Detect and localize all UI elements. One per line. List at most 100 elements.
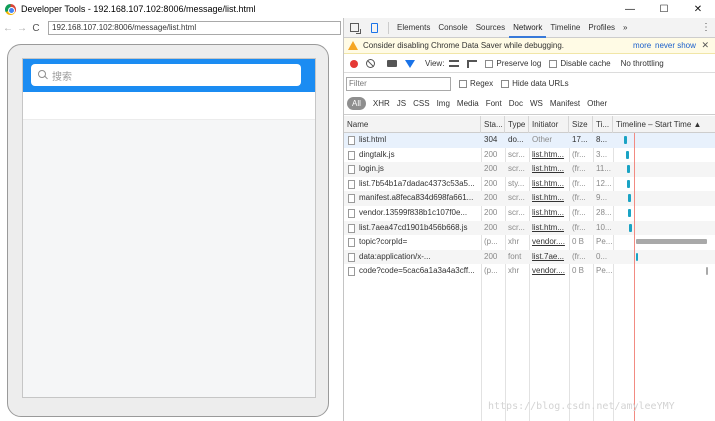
- request-row[interactable]: list.7b54b1a7dadac4373c53a5... 200 sty..…: [344, 177, 715, 192]
- request-name: topic?corpId=: [359, 237, 408, 247]
- type-filter-js[interactable]: JS: [397, 99, 406, 108]
- request-row[interactable]: dingtalk.js 200 scr... list.htm... (fr..…: [344, 148, 715, 163]
- request-initiator[interactable]: list.htm...: [529, 206, 569, 221]
- warning-more-link[interactable]: more: [633, 41, 651, 50]
- tab-profiles[interactable]: Profiles: [584, 18, 619, 38]
- request-time: 28...: [596, 208, 612, 217]
- column-type[interactable]: Type: [505, 116, 529, 133]
- type-filter-doc[interactable]: Doc: [509, 99, 523, 108]
- request-status: 200: [484, 208, 498, 217]
- request-size: 0 B: [572, 237, 585, 247]
- request-initiator[interactable]: list.7ae...: [529, 250, 569, 265]
- filter-input[interactable]: Filter: [346, 76, 451, 91]
- request-status: 304: [484, 135, 498, 144]
- type-filter-all[interactable]: All: [347, 97, 366, 110]
- type-filter-other[interactable]: Other: [587, 99, 607, 108]
- warning-never-show-link[interactable]: never show: [655, 41, 696, 50]
- request-row[interactable]: list.7aea47cd1901b456b668.js 200 scr... …: [344, 220, 715, 236]
- request-time: 10...: [596, 222, 612, 232]
- device-mode-icon[interactable]: [364, 18, 384, 38]
- column-size[interactable]: Size: [569, 116, 593, 133]
- minimize-button[interactable]: —: [613, 0, 647, 18]
- column-timeline[interactable]: Timeline – Start Time ▲: [613, 116, 715, 133]
- type-filter-img[interactable]: Img: [437, 99, 450, 108]
- disable-cache-toggle[interactable]: Disable cache: [549, 59, 611, 68]
- throttling-select[interactable]: No throttling: [621, 59, 664, 68]
- request-row[interactable]: vendor.13599f838b1c107f0e... 200 scr... …: [344, 206, 715, 221]
- type-filter-manifest[interactable]: Manifest: [550, 99, 580, 108]
- device-screen: 搜索: [22, 58, 316, 398]
- request-initiator[interactable]: list.htm...: [529, 191, 569, 206]
- request-initiator[interactable]: list.htm...: [529, 221, 569, 236]
- request-initiator[interactable]: list.htm...: [529, 177, 569, 192]
- kebab-menu-icon[interactable]: ⋮: [701, 22, 711, 33]
- type-filter-ws[interactable]: WS: [530, 99, 543, 108]
- inspect-element-icon[interactable]: [344, 18, 364, 38]
- maximize-button[interactable]: ☐: [647, 0, 681, 18]
- request-row[interactable]: login.js 200 scr... list.htm... (fr... 1…: [344, 162, 715, 177]
- request-initiator[interactable]: list.htm...: [529, 148, 569, 163]
- tab-console[interactable]: Console: [434, 18, 471, 38]
- devtools-panel: Elements Console Sources Network Timelin…: [344, 18, 715, 421]
- request-type: xhr: [508, 237, 520, 247]
- column-initiator[interactable]: Initiator: [529, 116, 569, 133]
- request-time: 9...: [596, 193, 608, 203]
- type-filter-media[interactable]: Media: [457, 99, 479, 108]
- disable-cache-label: Disable cache: [560, 59, 611, 68]
- timeline-bar: [628, 194, 631, 203]
- column-status[interactable]: Sta...: [481, 116, 505, 133]
- tab-timeline[interactable]: Timeline: [546, 18, 584, 38]
- search-input[interactable]: 搜索: [31, 64, 301, 86]
- clear-icon[interactable]: [366, 59, 375, 68]
- close-button[interactable]: ✕: [681, 0, 715, 18]
- timeline-bar: [627, 165, 630, 174]
- type-filter-font[interactable]: Font: [486, 99, 502, 108]
- filter-icon[interactable]: [405, 59, 415, 68]
- request-type: do...: [508, 135, 524, 144]
- regex-toggle[interactable]: Regex: [459, 79, 493, 88]
- file-icon: [348, 252, 355, 262]
- request-row[interactable]: code?code=5cac6a1a3a4a3cff... (p... xhr …: [344, 264, 715, 279]
- request-status: (p...: [484, 237, 498, 247]
- request-initiator[interactable]: list.htm...: [529, 162, 569, 177]
- disable-cache-checkbox[interactable]: [549, 59, 558, 68]
- type-filter-xhr[interactable]: XHR: [373, 99, 390, 108]
- request-initiator[interactable]: vendor....: [529, 264, 569, 279]
- request-size: (fr...: [572, 222, 586, 232]
- preserve-log-checkbox[interactable]: [485, 59, 494, 68]
- back-button[interactable]: ←: [2, 21, 14, 35]
- hide-data-urls-checkbox[interactable]: [501, 79, 510, 88]
- tab-network[interactable]: Network: [509, 18, 547, 38]
- type-filter-css[interactable]: CSS: [413, 99, 429, 108]
- forward-button[interactable]: →: [16, 21, 28, 35]
- overview-icon[interactable]: [467, 59, 478, 68]
- warning-close-icon[interactable]: ✕: [701, 40, 709, 51]
- more-tabs-button[interactable]: »: [619, 18, 631, 38]
- large-rows-icon[interactable]: [449, 60, 460, 67]
- content-strip: [23, 92, 315, 120]
- column-name[interactable]: Name: [344, 116, 481, 133]
- timeline-bar: [636, 252, 638, 261]
- capture-screenshots-icon[interactable]: [387, 60, 397, 67]
- column-time[interactable]: Ti...: [593, 116, 613, 133]
- request-type: scr...: [508, 208, 525, 217]
- request-row[interactable]: data:application/x-... 200 font list.7ae…: [344, 249, 715, 265]
- timeline-bar: [628, 209, 631, 217]
- tab-elements[interactable]: Elements: [393, 18, 434, 38]
- reload-button[interactable]: C: [30, 21, 42, 35]
- request-row[interactable]: topic?corpId= (p... xhr vendor.... 0 B P…: [344, 235, 715, 250]
- url-field[interactable]: 192.168.107.102:8006/message/list.html: [48, 21, 341, 35]
- tab-separator: [388, 21, 389, 34]
- request-row[interactable]: list.html 304 do... Other 17... 8...: [344, 133, 715, 148]
- request-type: sty...: [508, 178, 525, 188]
- hide-data-urls-toggle[interactable]: Hide data URLs: [501, 79, 569, 88]
- tab-sources[interactable]: Sources: [472, 18, 509, 38]
- search-placeholder: 搜索: [52, 71, 72, 83]
- request-initiator[interactable]: vendor....: [529, 235, 569, 250]
- regex-checkbox[interactable]: [459, 79, 467, 88]
- request-time: 8...: [596, 135, 608, 144]
- preserve-log-toggle[interactable]: Preserve log: [485, 59, 541, 68]
- request-status: 200: [484, 149, 498, 159]
- request-row[interactable]: manifest.a8feca834d698fa661... 200 scr..…: [344, 191, 715, 206]
- record-icon[interactable]: [350, 59, 358, 68]
